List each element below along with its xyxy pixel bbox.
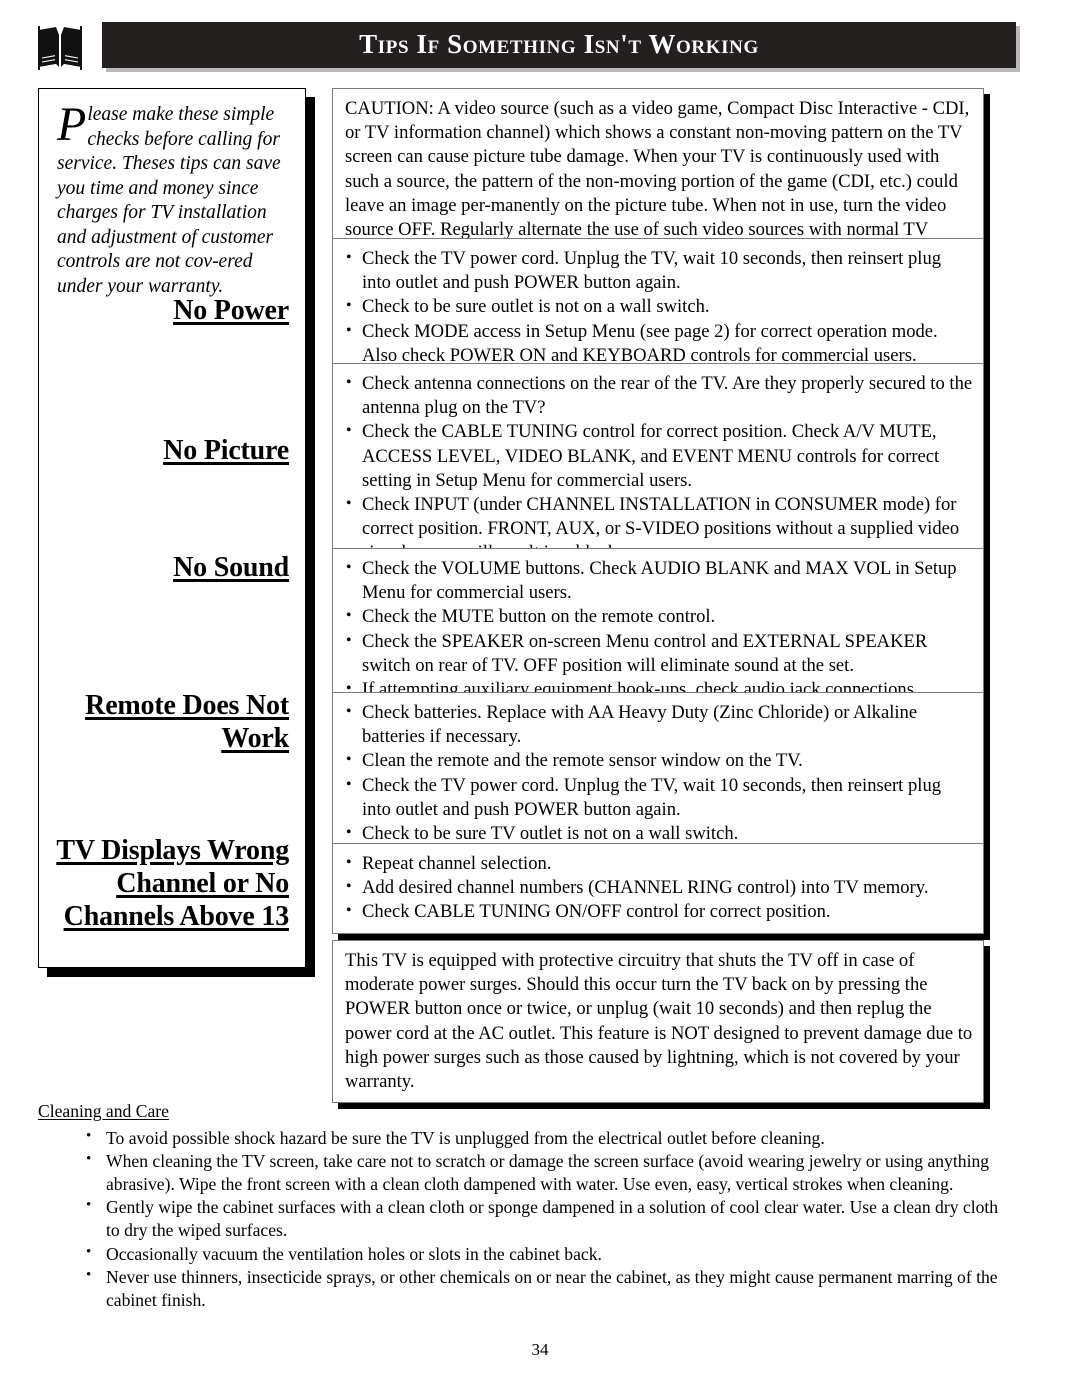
no-power-box: Check the TV power cord. Unplug the TV, … — [332, 238, 984, 378]
list-item: Check antenna connections on the rear of… — [345, 371, 973, 420]
sidebar-heading-no-picture: No Picture — [163, 435, 289, 466]
remote-does-not-work-box: Check batteries. Replace with AA Heavy D… — [332, 692, 984, 856]
header-bar: Tips If Something Isn't Working — [102, 22, 1016, 68]
list-item: To avoid possible shock hazard be sure t… — [84, 1125, 1008, 1150]
intro-paragraph: Please make these simple checks before c… — [57, 98, 289, 299]
intro-text: lease make these simple checks before ca… — [57, 104, 281, 297]
no-power-list: Check the TV power cord. Unplug the TV, … — [345, 246, 973, 368]
open-book-icon — [36, 24, 84, 72]
no-sound-list: Check the VOLUME buttons. Check AUDIO BL… — [345, 556, 973, 702]
list-item: Check to be sure outlet is not on a wall… — [345, 294, 973, 319]
page-number: 34 — [531, 1340, 549, 1359]
no-picture-list: Check antenna connections on the rear of… — [345, 371, 973, 566]
cleaning-and-care-section: Cleaning and Care To avoid possible shoc… — [38, 1100, 1008, 1312]
remote-list: Check batteries. Replace with AA Heavy D… — [345, 700, 973, 846]
page-header: Tips If Something Isn't Working — [0, 22, 1080, 74]
cleaning-and-care-list: To avoid possible shock hazard be sure t… — [38, 1125, 1008, 1312]
no-sound-box: Check the VOLUME buttons. Check AUDIO BL… — [332, 548, 984, 712]
cleaning-and-care-heading: Cleaning and Care — [38, 1101, 169, 1121]
wrong-channel-box: Repeat channel selection. Add desired ch… — [332, 843, 984, 934]
list-item: Check the CABLE TUNING control for corre… — [345, 419, 973, 493]
sidebar-heading-no-power: No Power — [173, 295, 289, 326]
list-item: Check MODE access in Setup Menu (see pag… — [345, 319, 973, 368]
list-item: When cleaning the TV screen, take care n… — [84, 1148, 1008, 1195]
list-item: Occasionally vacuum the ventilation hole… — [84, 1241, 1008, 1266]
sidebar-panel: Please make these simple checks before c… — [38, 88, 306, 968]
list-item: Clean the remote and the remote sensor w… — [345, 748, 973, 773]
list-item: Gently wipe the cabinet surfaces with a … — [84, 1194, 1008, 1241]
list-item: Never use thinners, insecticide sprays, … — [84, 1264, 1008, 1311]
sidebar-heading-remote-does-not-work: Remote Does Not Work — [85, 690, 289, 754]
list-item: Add desired channel numbers (CHANNEL RIN… — [345, 875, 973, 900]
list-item: Check batteries. Replace with AA Heavy D… — [345, 700, 973, 749]
intro-dropcap: P — [57, 98, 87, 151]
list-item: Check the SPEAKER on-screen Menu control… — [345, 629, 973, 678]
list-item: Check CABLE TUNING ON/OFF control for co… — [345, 899, 973, 924]
sidebar-heading-no-sound: No Sound — [173, 552, 289, 583]
list-item: Repeat channel selection. — [345, 851, 973, 876]
list-item: Check the TV power cord. Unplug the TV, … — [345, 246, 973, 295]
list-item: Check the MUTE button on the remote cont… — [345, 604, 973, 629]
power-surge-text: This TV is equipped with protective circ… — [345, 950, 973, 1093]
channel-list: Repeat channel selection. Add desired ch… — [345, 851, 973, 925]
page-title: Tips If Something Isn't Working — [359, 28, 759, 59]
no-picture-box: Check antenna connections on the rear of… — [332, 363, 984, 575]
sidebar-heading-tv-displays-wrong-channel: TV Displays Wrong Channel or No Channels… — [56, 835, 289, 932]
power-surge-box: This TV is equipped with protective circ… — [332, 940, 984, 1104]
list-item: Check the TV power cord. Unplug the TV, … — [345, 773, 973, 822]
list-item: Check the VOLUME buttons. Check AUDIO BL… — [345, 556, 973, 605]
